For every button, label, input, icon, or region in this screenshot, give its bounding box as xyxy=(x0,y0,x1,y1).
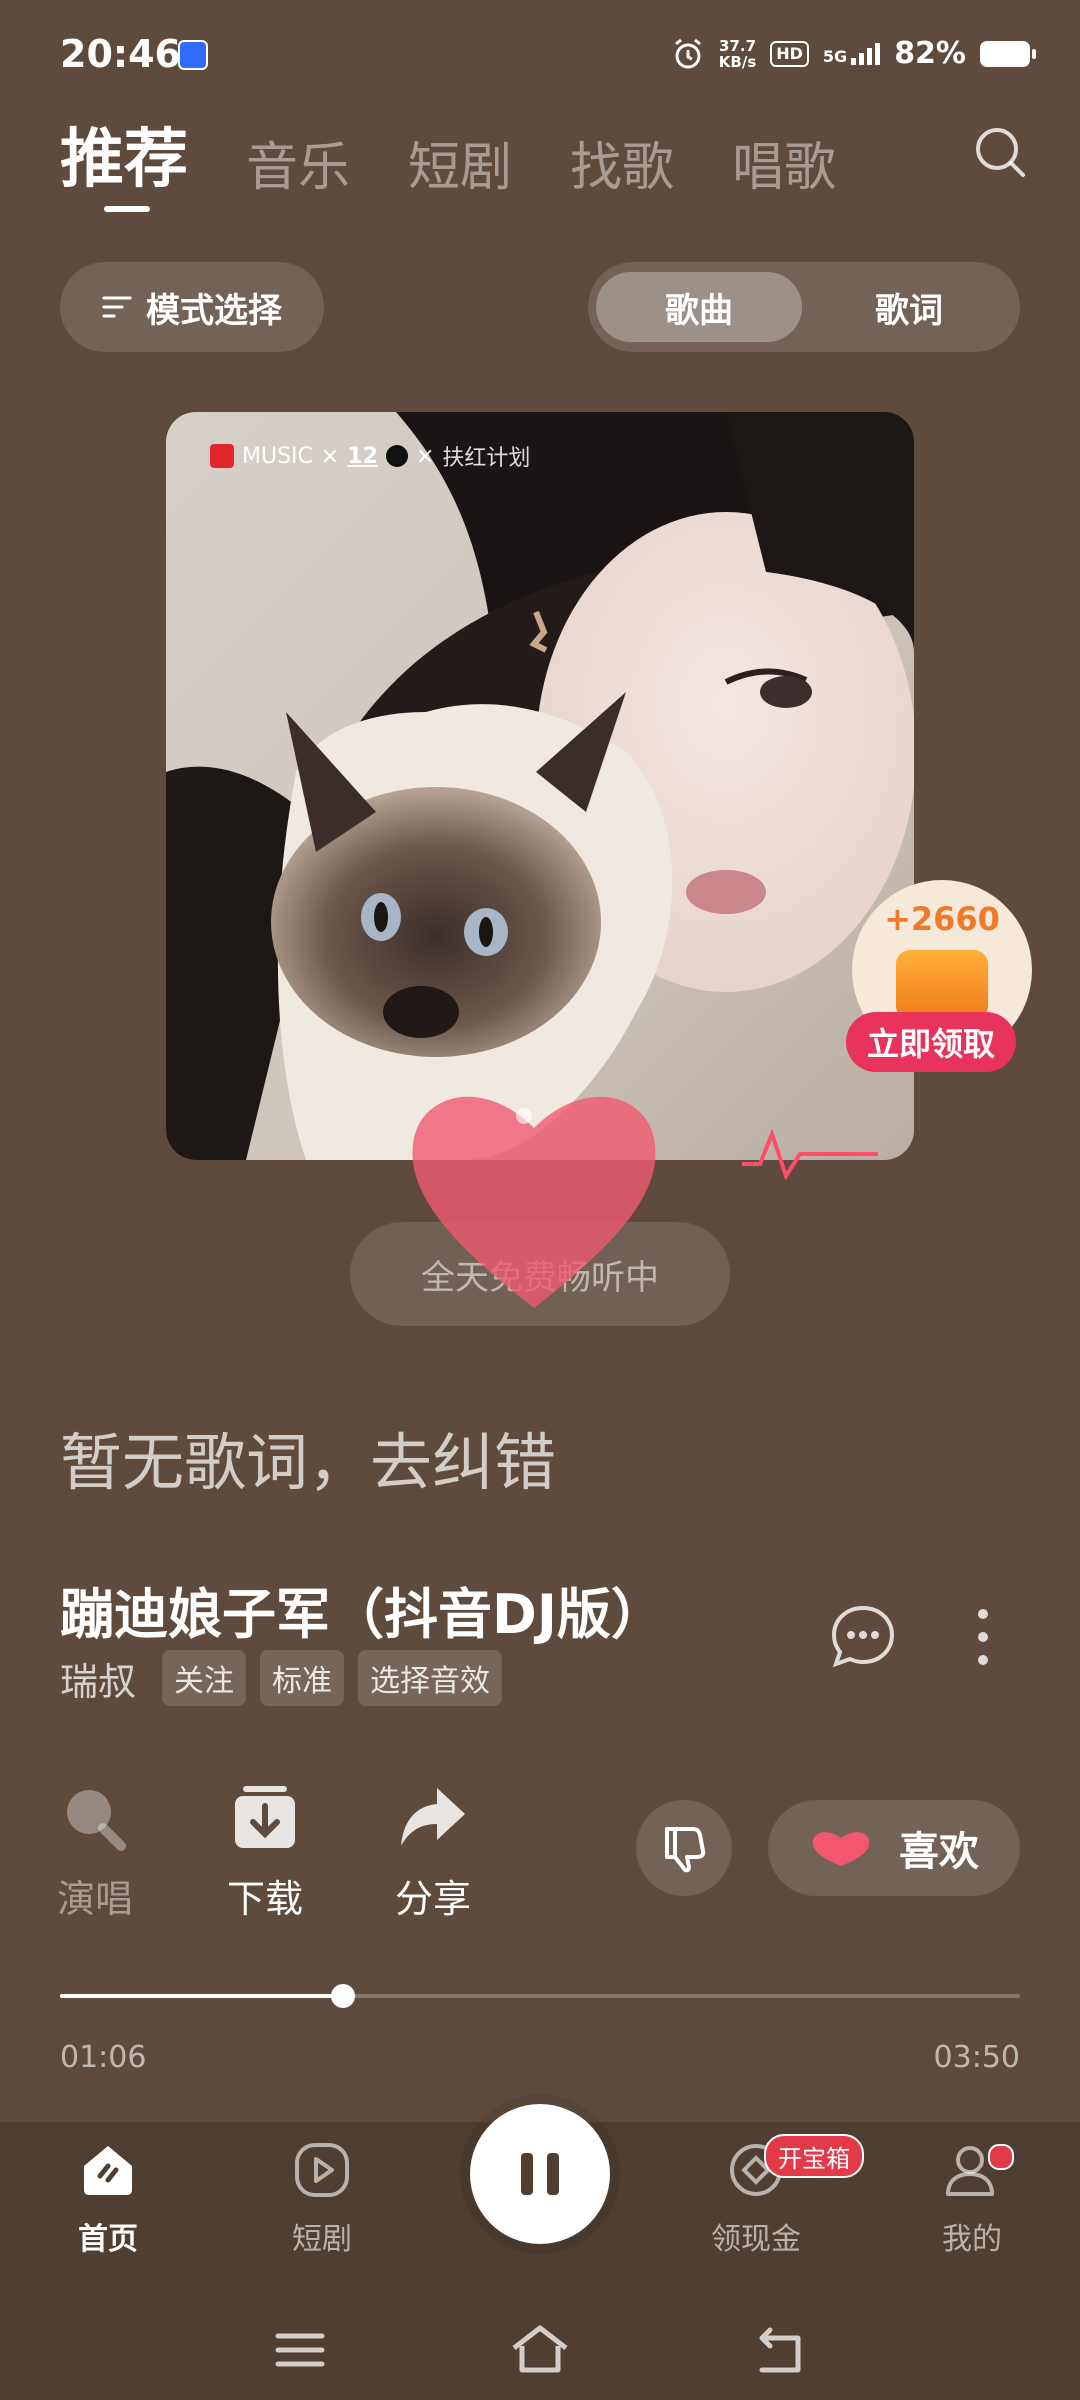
album-badge-plan: 扶红计划 xyxy=(442,446,531,471)
sing-action[interactable]: 演唱 xyxy=(40,1782,150,1923)
home-icon xyxy=(84,2146,132,2195)
tab-sing[interactable]: 唱歌 xyxy=(732,125,836,200)
view-toggle: 歌曲 歌词 xyxy=(588,262,1020,352)
thumbs-down-icon xyxy=(665,1827,706,1873)
network-type: 5G xyxy=(822,46,848,66)
more-options-icon[interactable] xyxy=(968,1604,998,1670)
progress-knob[interactable] xyxy=(331,1984,356,2008)
progress-bar[interactable] xyxy=(60,1984,1020,2008)
menu-icon[interactable] xyxy=(268,2318,332,2382)
pause-button[interactable] xyxy=(470,2104,610,2244)
coin-amount: +2660 xyxy=(884,900,1000,938)
treasure-chest-icon xyxy=(896,950,988,1020)
pause-icon xyxy=(521,2153,559,2195)
speed-value: 37.7 xyxy=(719,36,757,55)
no-lyrics-message[interactable]: 暂无歌词，去纠错 xyxy=(60,1412,556,1502)
nav-home[interactable]: 首页 xyxy=(38,2140,178,2258)
follow-chip[interactable]: 关注 xyxy=(162,1650,247,1706)
heart-animation-icon xyxy=(412,1096,656,1308)
share-label: 分享 xyxy=(394,1877,471,1921)
artist-row: 瑞叔 关注 标准 选择音效 xyxy=(60,1650,503,1706)
share-icon xyxy=(401,1788,465,1846)
back-icon[interactable] xyxy=(748,2318,812,2382)
claim-now-button[interactable]: 立即领取 xyxy=(846,1012,1016,1072)
share-action[interactable]: 分享 xyxy=(378,1782,488,1923)
progress-fill xyxy=(60,1994,344,1998)
battery-percent: 82% xyxy=(894,36,966,71)
filter-icon xyxy=(102,296,132,318)
download-action[interactable]: 下载 xyxy=(210,1782,320,1923)
home-system-icon[interactable] xyxy=(508,2318,572,2382)
battery-icon xyxy=(980,40,1036,67)
like-button[interactable]: 喜欢 xyxy=(768,1800,1020,1896)
status-indicators: 37.7 KB/s HD 5G 82% xyxy=(671,36,1036,71)
artist-name[interactable]: 瑞叔 xyxy=(60,1651,136,1706)
album-cover-image xyxy=(166,412,914,1160)
album-cover[interactable]: MUSIC × 12 × 扶红计划 xyxy=(166,412,914,1160)
tab-music[interactable]: 音乐 xyxy=(246,125,350,200)
search-icon[interactable] xyxy=(972,124,1028,180)
nav-drama-label: 短剧 xyxy=(292,2222,352,2257)
coin-reward-widget[interactable]: +2660 立即领取 xyxy=(846,880,1032,1080)
album-badge-brand: 12 xyxy=(347,443,378,469)
dislike-button[interactable] xyxy=(636,1800,732,1896)
app-notification-icon xyxy=(178,40,208,70)
top-tabs: 推荐 音乐 短剧 找歌 唱歌 xyxy=(60,108,836,212)
nav-mine-label: 我的 xyxy=(942,2222,1002,2257)
tab-recommend[interactable]: 推荐 xyxy=(60,108,188,212)
notification-dot xyxy=(988,2144,1014,2170)
album-badge-separator: × xyxy=(320,443,340,469)
speed-unit: KB/s xyxy=(718,52,757,71)
total-time: 03:50 xyxy=(933,2040,1020,2075)
download-icon xyxy=(235,1786,295,1848)
tab-find-song[interactable]: 找歌 xyxy=(570,125,674,200)
current-time: 01:06 xyxy=(60,2040,147,2075)
signal-bars-icon xyxy=(851,42,881,65)
album-badge-separator-2: × xyxy=(415,443,435,469)
nav-home-label: 首页 xyxy=(78,2222,138,2257)
comment-icon[interactable] xyxy=(828,1602,898,1672)
microphone-icon xyxy=(67,1790,126,1851)
brand-logo-icon xyxy=(210,444,234,468)
quality-chip[interactable]: 标准 xyxy=(260,1650,345,1706)
play-circle-icon xyxy=(295,2143,349,2197)
music-note-icon xyxy=(385,445,408,467)
download-label: 下载 xyxy=(226,1877,303,1921)
alarm-icon xyxy=(674,38,701,68)
sound-effect-chip[interactable]: 选择音效 xyxy=(358,1650,503,1706)
nav-mine[interactable]: 我的 xyxy=(902,2140,1042,2258)
heartbeat-icon xyxy=(742,1128,878,1181)
album-badge-strip: MUSIC × 12 × 扶红计划 xyxy=(210,440,530,472)
song-title: 蹦迪娘子军（抖音DJ版） xyxy=(60,1583,665,1646)
cellular-signal: 5G xyxy=(822,42,881,66)
treasure-box-badge[interactable]: 开宝箱 xyxy=(764,2134,864,2178)
network-speed: 37.7 KB/s xyxy=(719,38,756,70)
sing-label: 演唱 xyxy=(56,1877,133,1921)
mode-select-button[interactable]: 模式选择 xyxy=(60,262,324,352)
tab-drama[interactable]: 短剧 xyxy=(408,125,512,200)
nav-drama[interactable]: 短剧 xyxy=(252,2140,392,2258)
heart-icon xyxy=(812,1832,870,1866)
nav-cash-label: 领现金 xyxy=(711,2222,801,2257)
like-label: 喜欢 xyxy=(899,1829,979,1875)
mode-select-label: 模式选择 xyxy=(146,290,282,331)
toggle-lyrics[interactable]: 歌词 xyxy=(806,272,1012,342)
album-badge-music: MUSIC xyxy=(242,443,313,469)
status-time: 20:46 xyxy=(60,32,181,76)
toggle-song[interactable]: 歌曲 xyxy=(596,272,802,342)
hd-badge: HD xyxy=(770,40,809,67)
